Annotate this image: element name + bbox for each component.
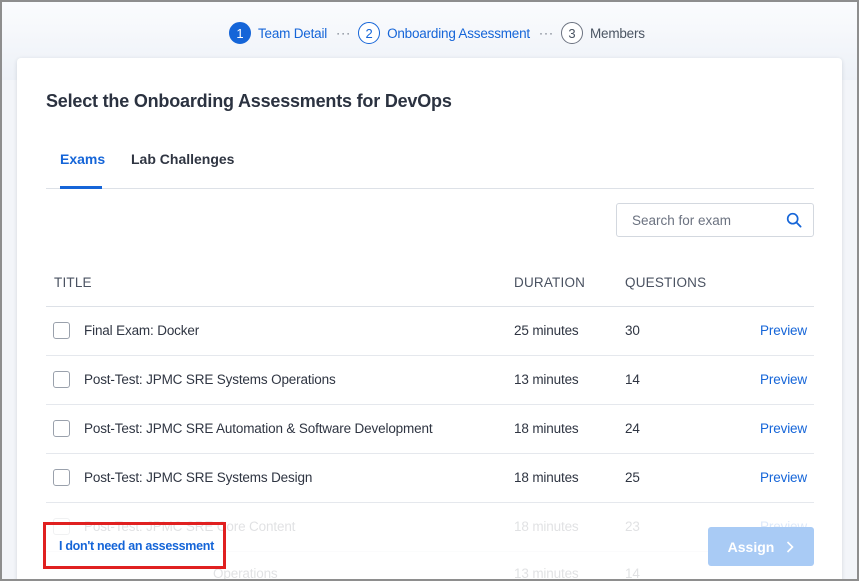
preview-link[interactable]: Preview	[760, 323, 807, 338]
exam-title: Post-Test: JPMC SRE Automation & Softwar…	[84, 421, 433, 436]
tab-lab-challenges[interactable]: Lab Challenges	[131, 151, 234, 188]
exam-duration: 13 minutes	[514, 372, 579, 387]
exam-questions: 30	[625, 323, 640, 338]
step-members[interactable]: 3 Members	[560, 22, 645, 44]
row-checkbox[interactable]	[53, 420, 70, 437]
search-box	[616, 203, 814, 237]
exam-title: Operations	[213, 566, 278, 581]
page-title: Select the Onboarding Assessments for De…	[46, 91, 452, 111]
exam-duration: 18 minutes	[514, 421, 579, 436]
assessment-card: Select the Onboarding Assessments for De…	[17, 58, 842, 581]
step-onboarding-assessment[interactable]: 2 Onboarding Assessment	[358, 22, 530, 44]
row-checkbox[interactable]	[53, 469, 70, 486]
table-row: Post-Test: JPMC SRE Automation & Softwar…	[46, 405, 814, 454]
table-row: Post-Test: JPMC SRE Systems Operations 1…	[46, 356, 814, 405]
assign-button-label: Assign	[727, 538, 775, 555]
exam-questions: 14	[625, 566, 640, 581]
exam-duration: 13 minutes	[514, 566, 579, 581]
exam-questions: 23	[625, 519, 640, 534]
exam-title: Post-Test: JPMC SRE Systems Design	[84, 470, 313, 485]
exam-duration: 25 minutes	[514, 323, 579, 338]
table-row: Operations 13 minutes 14	[46, 552, 814, 581]
exam-title: Post-Test: JPMC SRE Core Content	[84, 519, 296, 534]
step-number: 2	[358, 22, 381, 44]
exam-questions: 14	[625, 372, 640, 387]
row-checkbox[interactable]	[53, 322, 70, 339]
tab-exams[interactable]: Exams	[60, 151, 105, 189]
exam-duration: 18 minutes	[514, 519, 579, 534]
table-header: TITLE DURATION QUESTIONS	[46, 260, 814, 307]
step-separator: ···	[336, 26, 352, 40]
preview-link[interactable]: Preview	[760, 421, 807, 436]
column-header-duration: DURATION	[514, 275, 586, 290]
table-row: Post-Test: JPMC SRE Systems Design 18 mi…	[46, 454, 814, 503]
column-header-title: TITLE	[54, 275, 92, 290]
chevron-right-icon	[787, 540, 794, 553]
step-label: Team Detail	[258, 25, 328, 41]
step-label: Members	[589, 25, 645, 41]
exam-title: Post-Test: JPMC SRE Systems Operations	[84, 372, 336, 387]
search-icon[interactable]	[786, 212, 802, 228]
preview-link[interactable]: Preview	[760, 470, 807, 485]
table-row: Final Exam: Docker 25 minutes 30 Preview	[46, 307, 814, 356]
exam-duration: 18 minutes	[514, 470, 579, 485]
preview-link[interactable]: Preview	[760, 372, 807, 387]
step-separator: ···	[538, 26, 554, 40]
step-number: 3	[560, 22, 583, 44]
exam-questions: 24	[625, 421, 640, 436]
step-team-detail[interactable]: 1 Team Detail	[229, 22, 327, 44]
column-header-questions: QUESTIONS	[625, 275, 707, 290]
no-assessment-link[interactable]: I don't need an assessment	[59, 539, 214, 553]
row-checkbox[interactable]	[53, 371, 70, 388]
assign-button[interactable]: Assign	[708, 527, 814, 566]
search-input[interactable]	[632, 212, 786, 228]
exams-table: TITLE DURATION QUESTIONS Final Exam: Doc…	[46, 260, 814, 581]
tab-bar: Exams Lab Challenges	[46, 145, 814, 189]
exam-title: Final Exam: Docker	[84, 323, 200, 338]
step-number: 1	[229, 22, 251, 44]
wizard-stepper: 1 Team Detail ··· 2 Onboarding Assessmen…	[229, 21, 645, 45]
step-label: Onboarding Assessment	[387, 25, 530, 41]
exam-questions: 25	[625, 470, 640, 485]
row-checkbox[interactable]	[53, 518, 70, 535]
